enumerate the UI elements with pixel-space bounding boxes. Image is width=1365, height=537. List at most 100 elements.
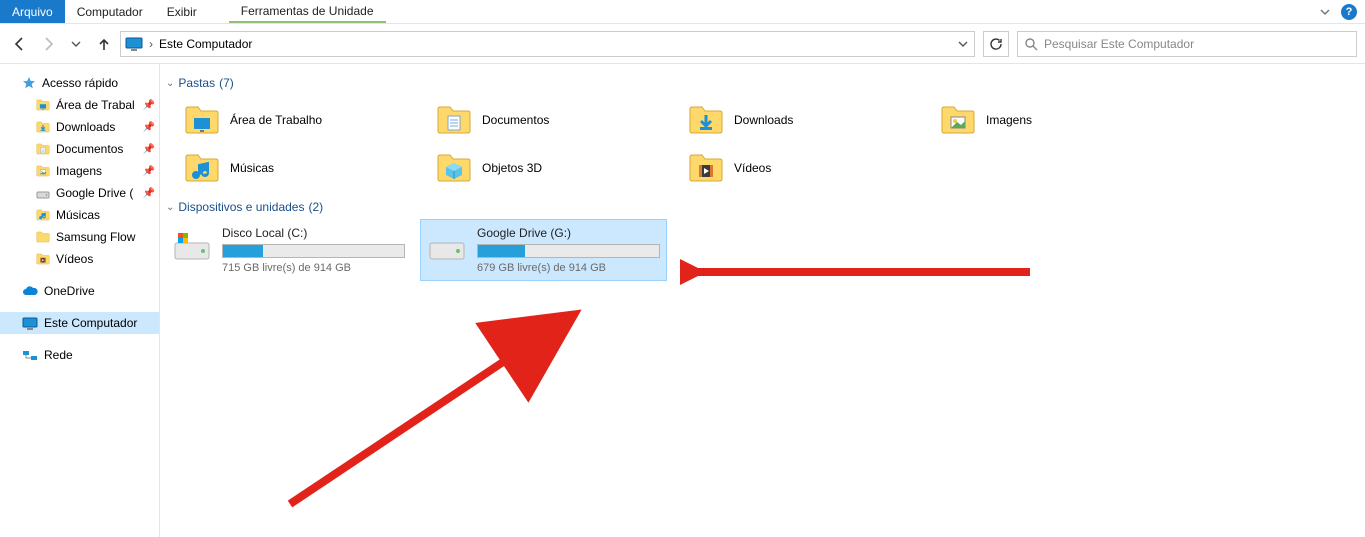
this-pc-icon	[125, 37, 143, 51]
back-button[interactable]	[8, 32, 32, 56]
folder-label: Documentos	[482, 113, 549, 127]
drive-icon	[172, 226, 212, 266]
folder-label: Músicas	[230, 161, 274, 175]
sidebar-this-pc[interactable]: Este Computador	[0, 312, 159, 334]
folder-icon	[36, 230, 50, 244]
folder-item[interactable]: Objetos 3D	[418, 144, 670, 192]
folder-item[interactable]: Área de Trabalho	[166, 96, 418, 144]
menu-view[interactable]: Exibir	[155, 0, 209, 23]
drive-item[interactable]: Google Drive (G:) 679 GB livre(s) de 914…	[421, 220, 666, 280]
chevron-down-icon: ⌄	[166, 202, 174, 213]
search-placeholder: Pesquisar Este Computador	[1044, 37, 1194, 51]
videos-icon	[36, 252, 50, 266]
drive-info: Disco Local (C:) 715 GB livre(s) de 914 …	[222, 226, 405, 274]
downloads-icon	[36, 120, 50, 134]
folder-label: Vídeos	[734, 161, 771, 175]
menu-drive-tools[interactable]: Ferramentas de Unidade	[229, 0, 386, 23]
sidebar-item-label: Google Drive (	[56, 186, 133, 200]
sidebar-quick-item[interactable]: Área de Trabal 📌	[0, 94, 159, 116]
sidebar-label: Acesso rápido	[42, 76, 118, 90]
sidebar-quick-item[interactable]: Downloads📌	[0, 116, 159, 138]
sidebar-network[interactable]: Rede	[0, 344, 159, 366]
ribbon-expand-icon[interactable]	[1317, 4, 1333, 20]
sidebar-quick-item[interactable]: Imagens 📌	[0, 160, 159, 182]
drive-info: Google Drive (G:) 679 GB livre(s) de 914…	[477, 226, 660, 274]
pictures-icon	[940, 102, 976, 138]
music-icon	[184, 150, 220, 186]
sidebar-label: Rede	[44, 348, 73, 362]
section-count: (2)	[308, 200, 323, 214]
menu-file[interactable]: Arquivo	[0, 0, 65, 23]
sidebar-quick-access[interactable]: Acesso rápido	[0, 72, 159, 94]
drive-name: Disco Local (C:)	[222, 226, 405, 240]
menu-bar: Arquivo Computador Exibir Ferramentas de…	[0, 0, 1365, 24]
folder-item[interactable]: Documentos	[418, 96, 670, 144]
breadcrumb-chevron-icon[interactable]: ›	[149, 37, 153, 51]
recent-dropdown-icon[interactable]	[64, 32, 88, 56]
chevron-down-icon: ⌄	[166, 78, 174, 89]
folder-item[interactable]: Imagens	[922, 96, 1174, 144]
search-box[interactable]: Pesquisar Este Computador	[1017, 31, 1357, 57]
sidebar-onedrive[interactable]: OneDrive	[0, 280, 159, 302]
sidebar-item-label: Samsung Flow	[56, 230, 135, 244]
folder-label: Downloads	[734, 113, 793, 127]
breadcrumb-root[interactable]: Este Computador	[159, 37, 252, 51]
sidebar-item-label: Imagens	[56, 164, 102, 178]
nav-bar: › Este Computador Pesquisar Este Computa…	[0, 24, 1365, 64]
up-button[interactable]	[92, 32, 116, 56]
network-icon	[22, 349, 38, 362]
sidebar-quick-item[interactable]: Músicas	[0, 204, 159, 226]
downloads-icon	[688, 102, 724, 138]
drive-usage-bar	[477, 244, 660, 258]
sidebar-quick-item[interactable]: Documentos📌	[0, 138, 159, 160]
folder-item[interactable]: Downloads	[670, 96, 922, 144]
folder-item[interactable]: Vídeos	[670, 144, 922, 192]
sidebar-quick-item[interactable]: Samsung Flow	[0, 226, 159, 248]
menu-computer[interactable]: Computador	[65, 0, 155, 23]
drive-name: Google Drive (G:)	[477, 226, 660, 240]
pin-icon: 📌	[143, 100, 155, 111]
forward-button[interactable]	[36, 32, 60, 56]
drive-free-space: 715 GB livre(s) de 914 GB	[222, 262, 405, 274]
drive-icon	[427, 226, 467, 266]
gdrive-icon	[36, 186, 50, 200]
help-icon[interactable]: ?	[1341, 4, 1357, 20]
annotation-arrow-icon	[280, 284, 600, 514]
content-area: ⌄ Pastas (7) Área de Trabalho Documentos D…	[160, 64, 1365, 537]
cloud-icon	[22, 285, 38, 297]
folders-grid: Área de Trabalho Documentos Downloads Image…	[166, 96, 1359, 192]
search-icon	[1024, 37, 1038, 51]
sidebar-item-label: Vídeos	[56, 252, 93, 266]
sidebar-label: OneDrive	[44, 284, 95, 298]
sidebar: Acesso rápido Área de Trabal📌Downloads📌D…	[0, 64, 160, 537]
section-folders-header[interactable]: ⌄ Pastas (7)	[166, 76, 1359, 90]
sidebar-label: Este Computador	[44, 316, 137, 330]
section-drives-header[interactable]: ⌄ Dispositivos e unidades (2)	[166, 200, 1359, 214]
section-label: Dispositivos e unidades	[178, 200, 304, 214]
this-pc-icon	[22, 317, 38, 330]
drive-item[interactable]: Disco Local (C:) 715 GB livre(s) de 914 …	[166, 220, 411, 280]
pin-icon: 📌	[143, 166, 155, 177]
pin-icon: 📌	[143, 188, 155, 199]
section-label: Pastas	[178, 76, 215, 90]
star-icon	[22, 76, 36, 90]
sidebar-quick-item[interactable]: Vídeos	[0, 248, 159, 270]
drives-grid: Disco Local (C:) 715 GB livre(s) de 914 …	[166, 220, 1359, 280]
music-icon	[36, 208, 50, 222]
drive-usage-bar	[222, 244, 405, 258]
objects3d-icon	[436, 150, 472, 186]
address-bar[interactable]: › Este Computador	[120, 31, 975, 57]
desktop-icon	[36, 98, 50, 112]
sidebar-item-label: Documentos	[56, 142, 123, 156]
sidebar-item-label: Área de Trabal	[56, 98, 135, 112]
sidebar-quick-item[interactable]: Google Drive ( 📌	[0, 182, 159, 204]
folder-label: Objetos 3D	[482, 161, 542, 175]
address-dropdown-icon[interactable]	[958, 39, 968, 49]
sidebar-item-label: Downloads	[56, 120, 115, 134]
documents-icon	[436, 102, 472, 138]
pictures-icon	[36, 164, 50, 178]
folder-item[interactable]: Músicas	[166, 144, 418, 192]
drive-free-space: 679 GB livre(s) de 914 GB	[477, 262, 660, 274]
sidebar-item-label: Músicas	[56, 208, 100, 222]
refresh-button[interactable]	[983, 31, 1009, 57]
